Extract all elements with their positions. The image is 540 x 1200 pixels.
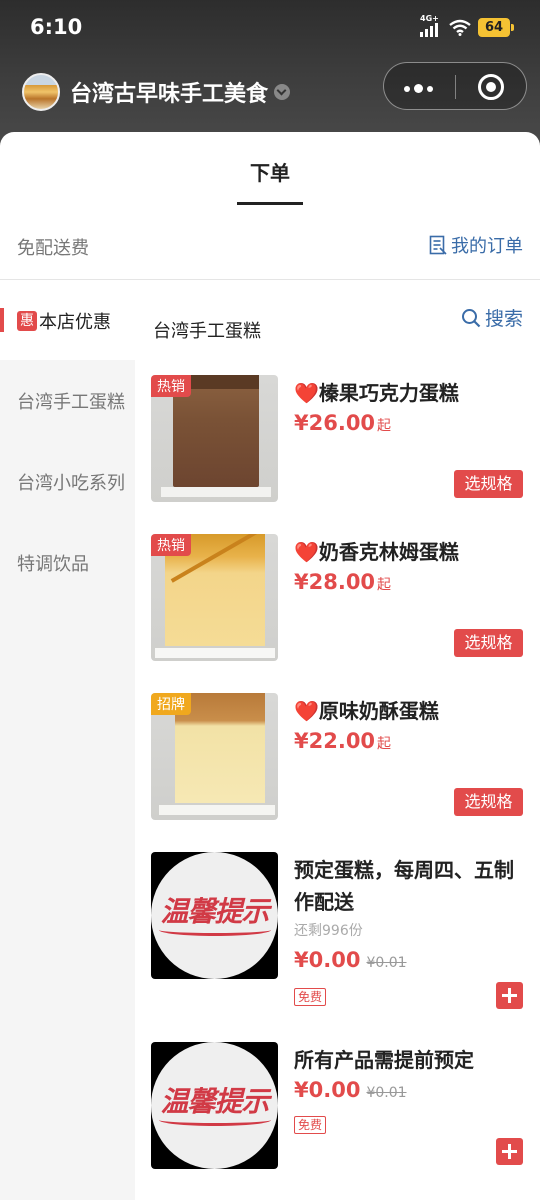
price-row: ¥0.00 ¥0.01 [294, 1078, 407, 1102]
free-tag: 免费 [294, 988, 327, 1006]
price-row: ¥28.00 起 [294, 570, 391, 594]
header: 6:10 4G+ 64 台湾古早味手工美食 [0, 0, 540, 150]
sidebar-item-drinks[interactable]: 特调饮品 [17, 550, 89, 576]
price-row: ¥22.00 起 [294, 729, 391, 753]
product-name: 预定蛋糕，每周四、五制作配送 [294, 858, 514, 914]
system-icons: 4G+ 64 [420, 14, 514, 37]
heart-icon: ❤️ [294, 699, 319, 723]
status-bar: 6:10 4G+ 64 [0, 0, 540, 58]
product-price: ¥26.00 [294, 411, 376, 435]
select-spec-button[interactable]: 选规格 [454, 470, 523, 498]
product-image: 招牌 [151, 693, 278, 820]
active-indicator [0, 308, 4, 332]
close-miniprogram-icon[interactable] [478, 74, 504, 100]
miniprogram-capsule [383, 62, 527, 110]
shop-name: 台湾古早味手工美食 [70, 82, 269, 107]
search-label: 搜索 [484, 308, 523, 330]
product-badge: 热销 [151, 534, 191, 556]
product-price: ¥0.00 [294, 948, 361, 972]
product-image: 热销 [151, 375, 278, 502]
select-spec-button[interactable]: 选规格 [454, 629, 523, 657]
free-delivery-label: 免配送费 [17, 238, 89, 259]
sidebar-item-cakes[interactable]: 台湾手工蛋糕 [17, 388, 125, 414]
more-icon[interactable] [404, 84, 433, 93]
tab-underline [237, 202, 303, 205]
original-price: ¥0.01 [366, 955, 407, 971]
product-badge: 热销 [151, 375, 191, 397]
promo-badge: 惠 [17, 311, 37, 331]
tab-order[interactable]: 下单 [0, 157, 540, 186]
price-suffix: 起 [377, 736, 392, 752]
sidebar-item-promotions[interactable]: 惠 本店优惠 [0, 280, 135, 360]
category-title: 台湾手工蛋糕 [153, 321, 261, 342]
add-to-cart-button[interactable] [496, 982, 523, 1009]
price-row: ¥0.00 ¥0.01 [294, 948, 407, 972]
original-price: ¥0.01 [366, 1085, 407, 1101]
select-spec-button[interactable]: 选规格 [454, 788, 523, 816]
product-image: 温馨提示 [151, 1042, 278, 1169]
product-name: ❤️原味奶酥蛋糕 [294, 699, 439, 723]
category-sidebar: 惠 本店优惠 台湾手工蛋糕 台湾小吃系列 特调饮品 [0, 280, 135, 1200]
chevron-down-icon[interactable] [274, 84, 291, 100]
shop-title-row[interactable]: 台湾古早味手工美食 [22, 73, 291, 111]
search-button[interactable]: 搜索 [461, 304, 523, 331]
battery-icon: 64 [478, 17, 514, 37]
network-type: 4G+ [420, 14, 439, 23]
product-price: ¥28.00 [294, 570, 376, 594]
my-orders-link[interactable]: 我的订单 [429, 232, 523, 258]
my-orders-label: 我的订单 [451, 236, 523, 257]
signal-icon: 4G+ [420, 14, 442, 37]
add-to-cart-button[interactable] [496, 1138, 523, 1165]
price-suffix: 起 [377, 418, 392, 434]
product-name: ❤️榛果巧克力蛋糕 [294, 381, 459, 405]
product-image: 温馨提示 [151, 852, 278, 979]
main-panel: 下单 免配送费 我的订单 惠 本店优惠 台湾手工蛋糕 台湾小吃系列 特调饮品 台… [0, 132, 540, 1200]
price-suffix: 起 [377, 577, 392, 593]
product-price: ¥0.00 [294, 1078, 361, 1102]
search-icon [461, 308, 481, 327]
product-name: 所有产品需提前预定 [294, 1048, 474, 1072]
order-list-icon [429, 235, 447, 255]
product-price: ¥22.00 [294, 729, 376, 753]
capsule-divider [455, 75, 456, 99]
status-time: 6:10 [30, 15, 83, 39]
heart-icon: ❤️ [294, 540, 319, 564]
wifi-icon [449, 19, 471, 36]
sidebar-item-snacks[interactable]: 台湾小吃系列 [17, 469, 125, 495]
product-image: 热销 [151, 534, 278, 661]
stock-remaining: 还剩996份 [294, 923, 363, 939]
shop-avatar [22, 73, 60, 111]
free-tag: 免费 [294, 1116, 327, 1134]
price-row: ¥26.00 起 [294, 411, 391, 435]
sidebar-item-label: 本店优惠 [39, 312, 111, 333]
heart-icon: ❤️ [294, 381, 319, 405]
product-name: ❤️奶香克林姆蛋糕 [294, 540, 459, 564]
product-badge: 招牌 [151, 693, 191, 715]
